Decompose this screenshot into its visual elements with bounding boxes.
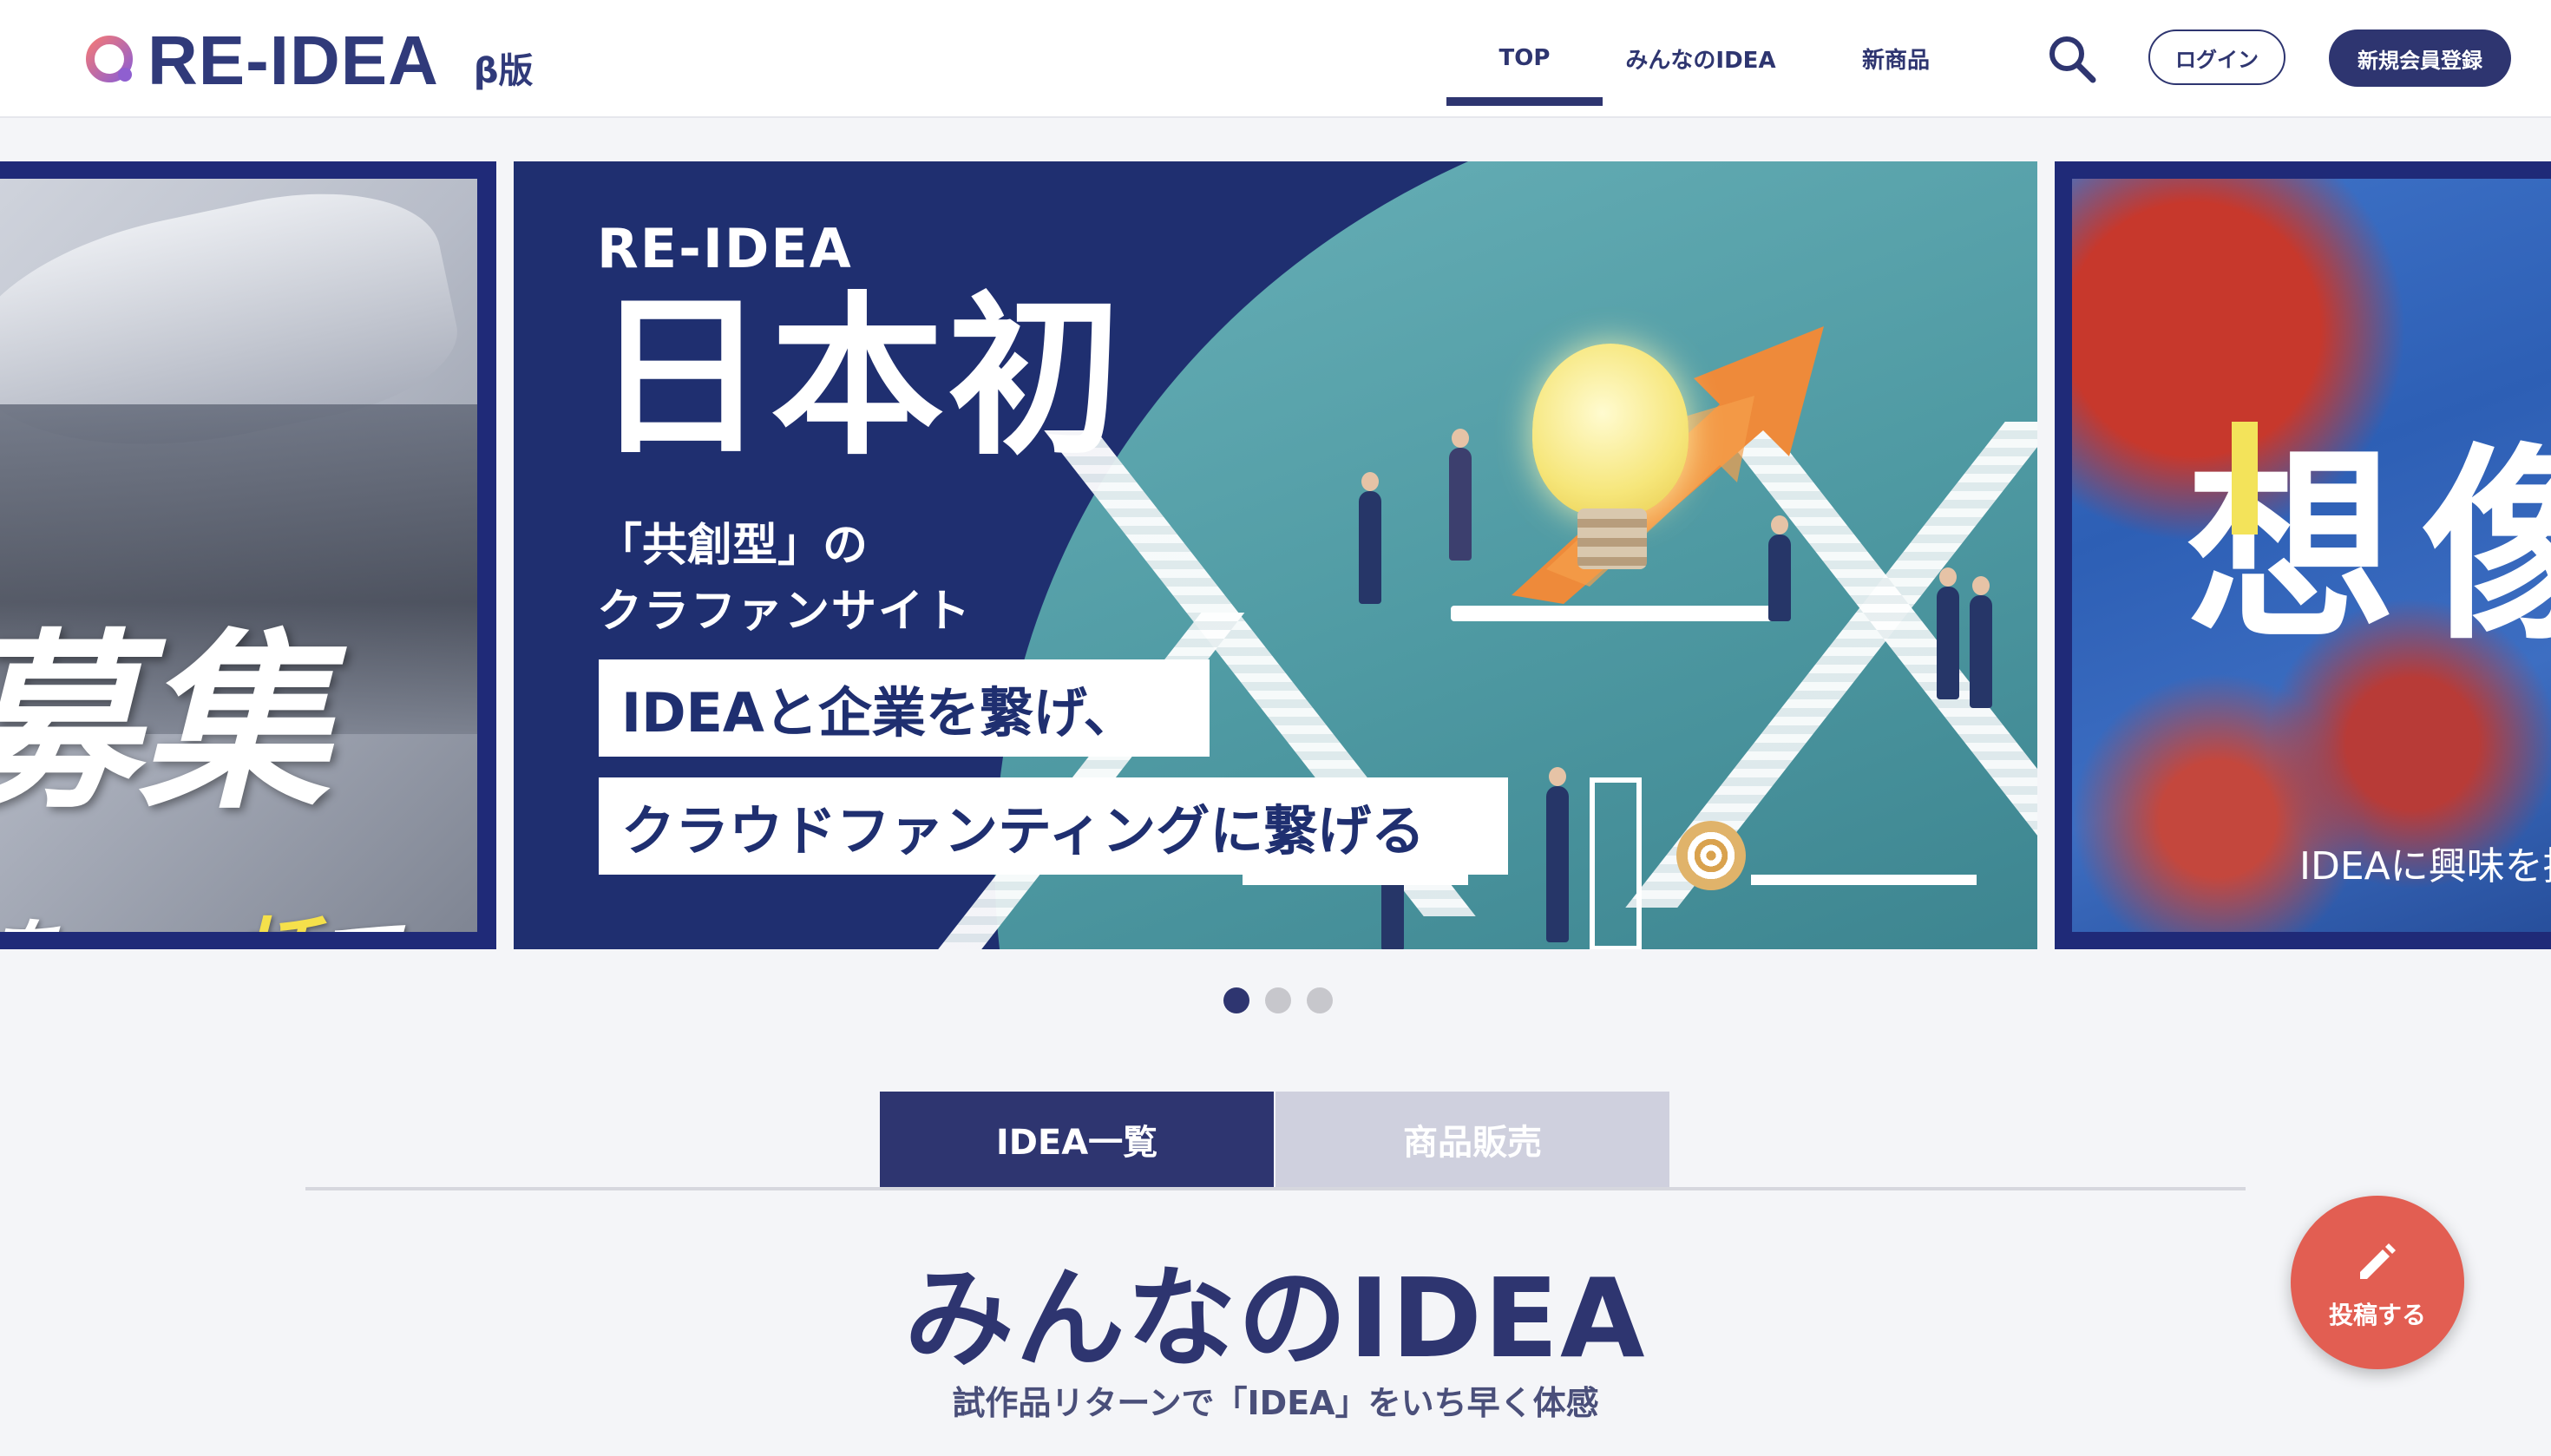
desk-illustration [1751, 875, 1977, 885]
slide-next-image: 想像 IDEAに興味を持 [2072, 179, 2551, 932]
slide-tagline-1: IDEAと企業を繋げ、 [599, 659, 1210, 757]
lightbulb-icon [1532, 344, 1689, 517]
person-illustration [1546, 767, 1569, 942]
person-illustration [1768, 515, 1791, 621]
post-button-label: 投稿する [2328, 1301, 2426, 1329]
register-button[interactable]: 新規会員登録 [2329, 30, 2511, 87]
person-illustration [1937, 567, 1959, 699]
person-illustration [1970, 576, 1992, 708]
login-button[interactable]: ログイン [2148, 30, 2285, 85]
slide-title: 日本初 [593, 277, 1125, 479]
pencil-icon [2360, 1243, 2396, 1279]
carousel-dot-3[interactable] [1307, 987, 1333, 1013]
target-icon [1676, 821, 1746, 890]
person-illustration [1359, 472, 1381, 604]
nav-ideas[interactable]: みんなのIDEA [1614, 0, 1787, 116]
slide-next-subtext: IDEAに興味を持 [2299, 844, 2551, 889]
platform-illustration [1451, 606, 1789, 621]
search-icon[interactable] [2046, 33, 2098, 85]
section-title: みんなのIDEA [904, 1255, 1647, 1382]
tabs-divider [305, 1187, 2246, 1190]
post-button[interactable]: 投稿する [2291, 1196, 2464, 1369]
nav-new-products[interactable]: 新商品 [1839, 0, 1952, 116]
carousel-dot-1[interactable] [1223, 987, 1249, 1013]
nav-active-indicator [1446, 97, 1603, 106]
slide-subtitle-1: 「共創型」の [597, 520, 869, 572]
section-subtitle: 試作品リターンで「IDEA」をいち早く体感 [952, 1384, 1599, 1422]
slide-tagline-2: クラウドファンティングに繋げる [599, 777, 1508, 875]
beta-label: β版 [473, 51, 534, 91]
slide-brand: RE-IDEA [597, 217, 853, 280]
highlight-bar [2232, 422, 2258, 535]
lightbulb-base [1577, 508, 1647, 569]
carousel-slide-next[interactable]: 想像 IDEAに興味を持 [2055, 161, 2551, 949]
carousel-slide-active[interactable]: RE-IDEA 日本初 「共創型」の クラファンサイト IDEAと企業を繋げ、 … [514, 161, 2037, 949]
desk-illustration [1243, 875, 1468, 885]
logo[interactable]: RE-IDEA β版 [83, 22, 534, 99]
tab-product-sales[interactable]: 商品販売 [1276, 1092, 1669, 1187]
slide-prev-image: 募集 を、一括で。 [0, 179, 477, 932]
slide-prev-subtext: を、一括で。 [0, 890, 477, 932]
tab-idea-list[interactable]: IDEA一覧 [880, 1092, 1274, 1187]
carousel-dot-2[interactable] [1265, 987, 1291, 1013]
carousel-slide-prev[interactable]: 募集 を、一括で。 [0, 161, 496, 949]
person-illustration [1449, 429, 1472, 561]
logo-text: RE-IDEA [148, 22, 439, 99]
slide-subtitle-2: クラファンサイト [597, 586, 973, 638]
shelf-illustration [1590, 777, 1642, 949]
site-header: RE-IDEA β版 TOP みんなのIDEA 新商品 ログイン 新規会員登録 [0, 0, 2551, 118]
logo-mark-icon [86, 36, 133, 82]
slide-prev-headline: 募集 [0, 610, 331, 835]
carousel-dots [1223, 987, 1333, 1013]
